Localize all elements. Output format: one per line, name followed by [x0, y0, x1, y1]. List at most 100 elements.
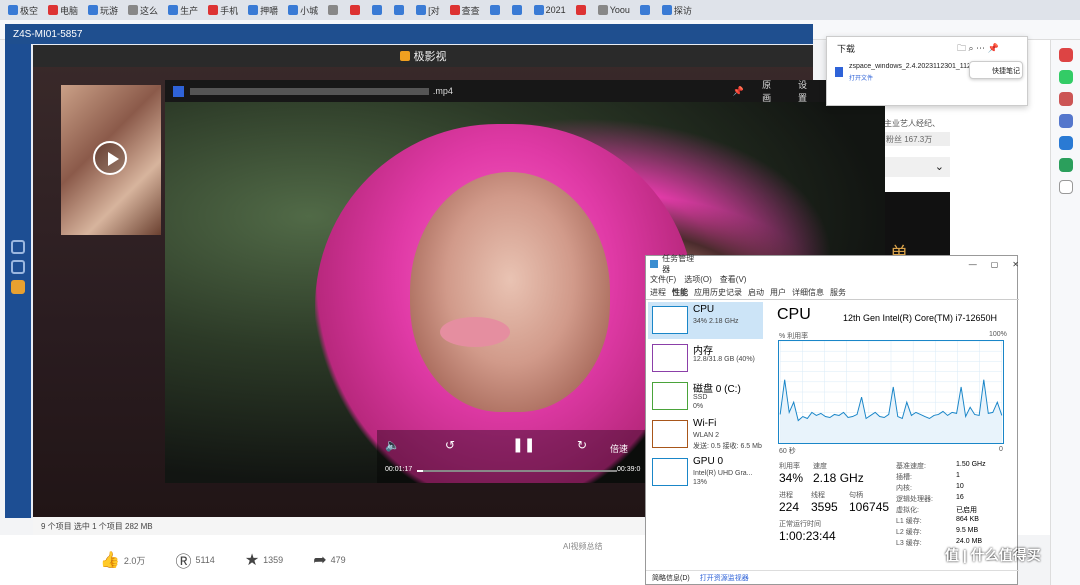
mini-graph	[652, 458, 688, 486]
sidebar-app-icon[interactable]	[1058, 114, 1073, 128]
pin-icon[interactable]: 📌	[733, 86, 744, 97]
apps-icon[interactable]	[11, 260, 25, 274]
tm-cpu-panel: CPU 12th Gen Intel(R) Core(TM) i7-12650H…	[771, 302, 1011, 572]
tm-tab[interactable]: 详细信息	[792, 287, 824, 298]
reaction-count: 2.0万	[123, 555, 146, 566]
cpu-model: 12th Gen Intel(R) Core(TM) i7-12650H	[843, 313, 998, 323]
tm-tab[interactable]: 服务	[830, 287, 846, 298]
tm-resource-detail: 12.8/31.8 GB (40%)	[693, 356, 755, 363]
browser-tab[interactable]: [对	[412, 2, 444, 18]
video-titlebar: .mp4 📌 原画 设置 — ▢ ✕	[165, 80, 885, 104]
drive-icon[interactable]	[11, 240, 25, 254]
sidebar-app-icon[interactable]	[1058, 48, 1073, 62]
browser-tab[interactable]	[324, 2, 344, 18]
volume-icon[interactable]: 🔈	[385, 438, 400, 452]
browser-tab[interactable]: 查查	[446, 2, 484, 18]
browser-tab[interactable]	[572, 2, 592, 18]
mini-graph	[652, 306, 688, 334]
tab-label: 查查	[461, 5, 480, 16]
tm-resource-list: CPU 34% 2.18 GHz 内存 12.8/31.8 GB (40%) 磁盘 0 …	[646, 302, 764, 572]
current-time: 00:01:17	[385, 466, 413, 473]
sidebar-app-icon[interactable]	[1058, 92, 1073, 106]
tm-resource-item[interactable]: Wi-Fi WLAN 2 发送: 0.5 接收: 6.5 Mb	[648, 416, 763, 453]
sidebar-app-icon[interactable]	[1058, 158, 1073, 172]
tm-menu-item[interactable]: 选项(O)	[684, 274, 712, 285]
tab-favicon-icon	[248, 5, 259, 15]
tm-tab[interactable]: 应用历史记录	[694, 287, 742, 298]
tab-favicon-icon	[661, 5, 672, 15]
progress-bar[interactable]	[417, 470, 617, 472]
reaction-count: 5114	[195, 555, 215, 565]
minimize-icon[interactable]: —	[969, 260, 977, 269]
browser-tab[interactable]: 生产	[164, 2, 202, 18]
tm-tab[interactable]: 性能	[672, 287, 688, 298]
forward-icon[interactable]: ↻	[577, 438, 587, 452]
ai-summary-button[interactable]: AI视频总结	[563, 541, 603, 552]
browser-tab[interactable]: 玩游	[84, 2, 122, 18]
close-icon[interactable]: ✕	[1012, 260, 1019, 269]
open-file-link[interactable]: 打开文件	[849, 73, 873, 82]
tm-tab[interactable]: 启动	[748, 287, 764, 298]
outlook-icon[interactable]	[1058, 136, 1073, 150]
browser-tab[interactable]: 极空	[4, 2, 42, 18]
tab-label: 小城	[300, 5, 319, 16]
add-icon[interactable]	[1058, 180, 1073, 194]
reaction-item[interactable]: ★ 1359	[245, 550, 283, 570]
browser-tab[interactable]: 小城	[284, 2, 322, 18]
browser-tab[interactable]: 探访	[658, 2, 696, 18]
tm-menu-item[interactable]: 查看(V)	[720, 274, 747, 285]
brief-info-button[interactable]: 简略信息(D)	[652, 573, 690, 583]
video-app-icon[interactable]	[11, 280, 25, 294]
speed-value: 2.18 GHz	[813, 471, 864, 485]
download-filename[interactable]: zspace_windows_2.4.2023112301_112	[849, 63, 969, 70]
playback-controls: 🔈 ↺ ❚❚ ↻ 倍速 00:01:17 00:39:0	[377, 430, 647, 483]
tm-menu-item[interactable]: 文件(F)	[650, 274, 676, 285]
browser-tab[interactable]	[636, 2, 656, 18]
tm-resource-item[interactable]: GPU 0 Intel(R) UHD Gra... 13%	[648, 454, 763, 491]
tm-tab[interactable]: 用户	[770, 287, 786, 298]
browser-tab-bar: 极空 电脑 玩游 这么 生产 手机 押嚼 小城 [对 查查 2021 Yoou 探访	[0, 0, 1080, 20]
download-toolbar-icons[interactable]: 🗀 ⌕ ⋯ 📌	[957, 41, 999, 57]
browser-tab[interactable]: Yoou	[594, 2, 634, 18]
zspace-titlebar: Z4S-MI01-5857	[5, 24, 813, 44]
tm-resource-item[interactable]: CPU 34% 2.18 GHz	[648, 302, 763, 339]
rewind-icon[interactable]: ↺	[445, 438, 455, 452]
selection-status: 9 个项目 选中 1 个项目 282 MB	[41, 521, 153, 531]
browser-tab[interactable]: 押嚼	[244, 2, 282, 18]
browser-tab[interactable]: 手机	[204, 2, 242, 18]
browser-tab[interactable]	[390, 2, 410, 18]
maximize-icon[interactable]: ▢	[991, 260, 999, 269]
browser-tab[interactable]	[486, 2, 506, 18]
task-manager-window: 任务管理器 — ▢ ✕ 文件(F) 选项(O) 查看(V) 进程 性能 应用历史记录 启动 用户详…	[645, 254, 1019, 585]
original-quality-button[interactable]: 原画	[762, 80, 780, 104]
tab-favicon-icon	[168, 5, 179, 15]
browser-tab[interactable]: 电脑	[44, 2, 82, 18]
speed-button[interactable]: 倍速	[610, 442, 628, 455]
browser-tab[interactable]	[346, 2, 366, 18]
reaction-item[interactable]: 👍 2.0万	[100, 550, 145, 570]
pause-icon[interactable]: ❚❚	[512, 436, 535, 453]
settings-button[interactable]: 设置	[798, 80, 816, 104]
resource-monitor-link[interactable]: 打开资源监视器	[700, 573, 749, 583]
reaction-item[interactable]: Ⓡ 5114	[175, 548, 214, 572]
spec-label: 逻辑处理器:	[896, 496, 933, 503]
device-name[interactable]: Z4S-MI01-5857	[13, 29, 82, 40]
tm-resource-item[interactable]: 磁盘 0 (C:) SSD 0%	[648, 378, 763, 415]
play-icon[interactable]	[93, 141, 127, 175]
tm-titlebar: 任务管理器 — ▢ ✕	[646, 254, 1019, 274]
tm-resource-item[interactable]: 内存 12.8/31.8 GB (40%)	[648, 340, 763, 377]
tab-favicon-icon	[575, 5, 586, 15]
page-dropdown[interactable]: ⌄	[884, 157, 950, 177]
tm-resource-name: 内存	[693, 346, 713, 357]
handle-label: 句柄	[849, 492, 863, 499]
sidebar-app-icon[interactable]	[1058, 70, 1073, 84]
reaction-item[interactable]: ➦ 479	[313, 550, 345, 570]
browser-tab[interactable]: 2021	[530, 2, 570, 18]
browser-tab[interactable]: 这么	[124, 2, 162, 18]
browser-tab[interactable]	[368, 2, 388, 18]
speed-label: 速度	[813, 463, 827, 470]
tab-label: 极空	[20, 5, 39, 16]
tm-tab[interactable]: 进程	[650, 287, 666, 298]
browser-tab[interactable]	[508, 2, 528, 18]
quick-note-button[interactable]: 快捷笔记	[969, 61, 1023, 79]
